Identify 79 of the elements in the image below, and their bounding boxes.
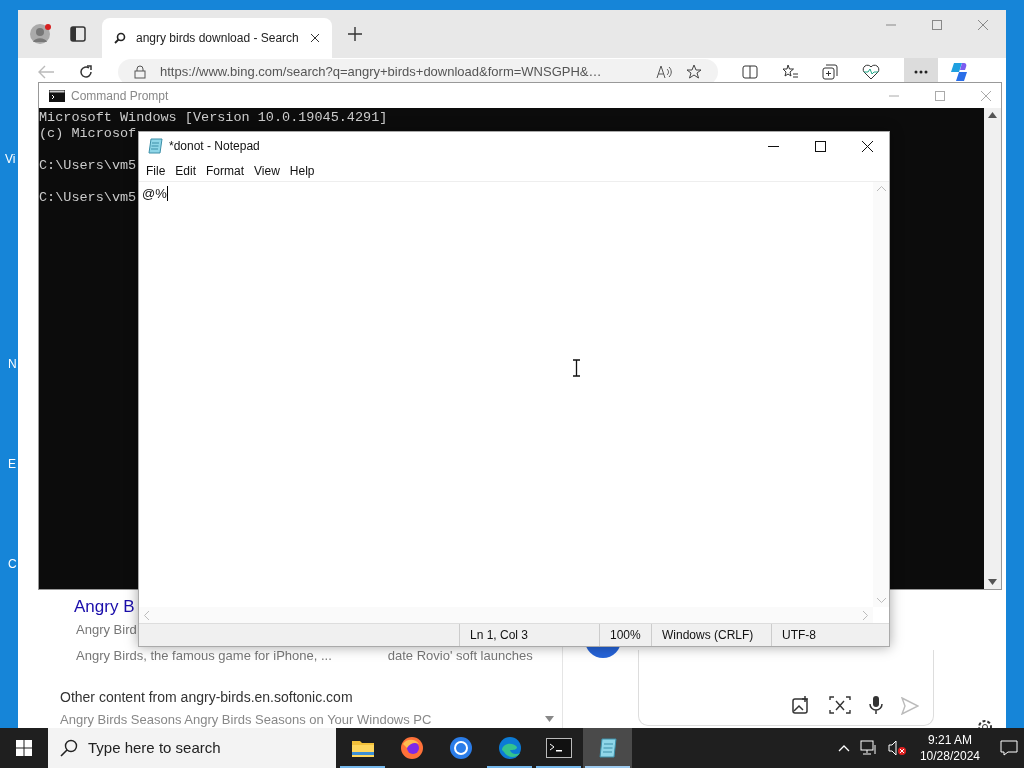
clock-time[interactable]: 9:21 AM bbox=[927, 732, 972, 748]
scrollbar[interactable] bbox=[984, 108, 1001, 589]
chevron-up-icon[interactable] bbox=[837, 744, 850, 752]
text-area[interactable]: @% bbox=[139, 182, 873, 607]
status-item: UTF-8 bbox=[771, 624, 871, 646]
terminal-icon bbox=[49, 89, 65, 102]
firefox-icon bbox=[399, 736, 424, 760]
volume-muted-icon[interactable] bbox=[887, 740, 906, 756]
network-icon[interactable] bbox=[859, 740, 878, 756]
menu-item[interactable]: Format bbox=[201, 161, 250, 180]
window-title: *donot - Notepad bbox=[169, 138, 260, 155]
running-indicator bbox=[536, 766, 581, 768]
search-icon bbox=[60, 739, 78, 757]
section-heading: Other content from angry-birds.en.softonic.com bbox=[60, 688, 353, 706]
folder-icon bbox=[350, 738, 375, 758]
address-bar[interactable]: https://www.bing.com/search?q=angry+birds+download&form=WNSGPH&… bbox=[118, 59, 718, 85]
profile-icon[interactable] bbox=[30, 23, 52, 45]
menu-item[interactable]: View bbox=[249, 161, 285, 180]
collections-icon[interactable] bbox=[822, 64, 838, 80]
document-text: @% bbox=[142, 185, 167, 203]
status-item: 100% bbox=[599, 624, 651, 646]
desktop-icon-label[interactable]: E bbox=[8, 455, 16, 473]
search-box[interactable]: Type here to search bbox=[48, 728, 336, 768]
scroll-down-icon[interactable] bbox=[545, 716, 554, 722]
result-title[interactable]: Angry Birds Seasons Angry Birds Seasons on Your Windows PC bbox=[60, 712, 432, 728]
desktop-icon-label[interactable]: C bbox=[8, 555, 17, 573]
notifications-icon[interactable] bbox=[1000, 740, 1018, 756]
tab-title: angry birds download - Search bbox=[136, 30, 299, 47]
running-indicator bbox=[585, 766, 630, 768]
search-icon bbox=[114, 32, 126, 44]
console-line: C:\Users\vm5 bbox=[39, 190, 137, 206]
result-snippet: date Rovio' soft launches bbox=[387, 648, 533, 664]
status-item: Windows (CRLF) bbox=[651, 624, 771, 646]
running-indicator bbox=[340, 766, 385, 768]
clock-date[interactable]: 10/28/2024 bbox=[919, 748, 980, 764]
console-line: C:\Users\vm5 bbox=[39, 158, 137, 174]
menu-item[interactable]: Edit bbox=[170, 161, 202, 180]
chrome-icon bbox=[448, 736, 473, 760]
new-tab-icon[interactable] bbox=[348, 27, 362, 41]
favorites-icon[interactable] bbox=[782, 64, 798, 80]
running-indicator bbox=[487, 766, 532, 768]
lock-icon bbox=[134, 65, 146, 79]
scroll-up-icon[interactable] bbox=[988, 112, 997, 118]
refresh-icon[interactable] bbox=[78, 64, 94, 80]
notepad-icon bbox=[147, 138, 163, 154]
close-icon[interactable] bbox=[862, 140, 873, 152]
screenshot-icon[interactable] bbox=[829, 695, 851, 715]
scroll-down-icon[interactable] bbox=[988, 579, 997, 585]
heart-icon[interactable] bbox=[862, 64, 880, 80]
browser-tab[interactable]: angry birds download - Search bbox=[102, 18, 332, 58]
tab-actions-icon[interactable] bbox=[70, 26, 86, 42]
console-line: Microsoft Windows [Version 10.0.19045.4291] bbox=[39, 110, 388, 126]
split-screen-icon[interactable] bbox=[742, 65, 758, 79]
copilot-icon[interactable] bbox=[948, 61, 970, 83]
desktop-icon-label[interactable]: N bbox=[8, 355, 17, 373]
result-url: Angry Bird bbox=[76, 622, 137, 638]
menu-item[interactable]: File bbox=[141, 161, 171, 180]
chat-input-box[interactable] bbox=[638, 650, 934, 726]
desktop-icon-label[interactable]: Vi bbox=[0, 150, 18, 168]
window-title: Command Prompt bbox=[71, 87, 169, 105]
windows-icon bbox=[16, 740, 32, 756]
close-icon[interactable] bbox=[310, 33, 320, 43]
console-line: (c) Microsof bbox=[39, 126, 137, 142]
result-title[interactable]: Angry B bbox=[74, 596, 135, 618]
url-text: https://www.bing.com/search?q=angry+birds+download&form=WNSGPH&… bbox=[160, 63, 602, 82]
text-caret bbox=[166, 186, 168, 202]
add-image-icon[interactable] bbox=[791, 695, 811, 715]
more-icon bbox=[914, 70, 928, 74]
read-aloud-icon[interactable] bbox=[656, 65, 672, 79]
text-cursor-icon bbox=[573, 359, 580, 377]
maximize-icon[interactable] bbox=[815, 140, 826, 152]
result-snippet: Angry Birds, the famous game for iPhone, ... bbox=[76, 648, 332, 664]
microphone-icon[interactable] bbox=[869, 695, 883, 715]
star-icon[interactable] bbox=[686, 64, 702, 80]
edge-icon bbox=[497, 736, 522, 760]
menu-item[interactable]: Help bbox=[284, 161, 320, 180]
search-placeholder: Type here to search bbox=[88, 737, 221, 758]
status-item: Ln 1, Col 3 bbox=[459, 624, 599, 646]
terminal-icon bbox=[545, 738, 572, 758]
